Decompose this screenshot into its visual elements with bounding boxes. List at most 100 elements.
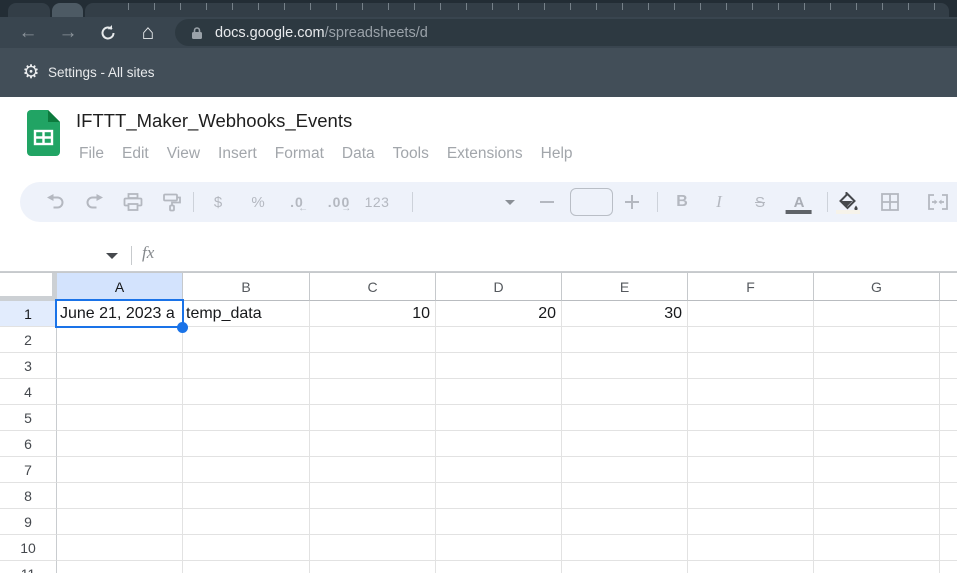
- cell-C11[interactable]: [310, 561, 436, 573]
- cell-B4[interactable]: [183, 379, 310, 405]
- cell-G11[interactable]: [814, 561, 940, 573]
- menu-tools[interactable]: Tools: [384, 141, 438, 167]
- formula-input[interactable]: [170, 238, 957, 271]
- cell-C8[interactable]: [310, 483, 436, 509]
- cell-A7[interactable]: [57, 457, 183, 483]
- decrease-font-size-button[interactable]: [540, 182, 554, 222]
- cell-A6[interactable]: [57, 431, 183, 457]
- cell-B6[interactable]: [183, 431, 310, 457]
- cell-partial[interactable]: [940, 561, 957, 573]
- cell-E10[interactable]: [562, 535, 688, 561]
- name-box-caret-icon[interactable]: [106, 253, 118, 259]
- cell-B2[interactable]: [183, 327, 310, 353]
- menu-extensions[interactable]: Extensions: [438, 141, 532, 167]
- column-header-E[interactable]: E: [562, 272, 688, 301]
- fill-color-button[interactable]: [837, 182, 859, 222]
- cell-G5[interactable]: [814, 405, 940, 431]
- column-header-D[interactable]: D: [436, 272, 562, 301]
- cell-partial[interactable]: [940, 405, 957, 431]
- cell-G1[interactable]: [814, 301, 940, 327]
- cell-B8[interactable]: [183, 483, 310, 509]
- row-header-7[interactable]: 7: [0, 457, 57, 483]
- cell-C7[interactable]: [310, 457, 436, 483]
- forward-icon[interactable]: →: [55, 17, 81, 48]
- cell-partial[interactable]: [940, 431, 957, 457]
- cell-A2[interactable]: [57, 327, 183, 353]
- browser-tab[interactable]: [8, 3, 50, 17]
- text-color-button[interactable]: A: [794, 182, 805, 222]
- cell-A8[interactable]: [57, 483, 183, 509]
- name-box[interactable]: [0, 238, 100, 271]
- cell-A5[interactable]: [57, 405, 183, 431]
- cell-E4[interactable]: [562, 379, 688, 405]
- cell-D1[interactable]: 20: [436, 301, 562, 327]
- cell-C10[interactable]: [310, 535, 436, 561]
- cell-F3[interactable]: [688, 353, 814, 379]
- column-header-G[interactable]: G: [814, 272, 940, 301]
- cell-partial[interactable]: [940, 483, 957, 509]
- cell-G4[interactable]: [814, 379, 940, 405]
- merge-cells-icon[interactable]: [928, 182, 948, 222]
- row-header-2[interactable]: 2: [0, 327, 57, 353]
- cell-C2[interactable]: [310, 327, 436, 353]
- sheets-logo-icon[interactable]: [27, 110, 60, 161]
- menu-data[interactable]: Data: [333, 141, 384, 167]
- menu-edit[interactable]: Edit: [113, 141, 158, 167]
- cell-A1[interactable]: June 21, 2023 a: [57, 301, 183, 327]
- cell-F1[interactable]: [688, 301, 814, 327]
- cell-A4[interactable]: [57, 379, 183, 405]
- cell-D6[interactable]: [436, 431, 562, 457]
- cell-B5[interactable]: [183, 405, 310, 431]
- cell-F7[interactable]: [688, 457, 814, 483]
- cell-F5[interactable]: [688, 405, 814, 431]
- cell-G9[interactable]: [814, 509, 940, 535]
- font-size-input[interactable]: [570, 188, 613, 216]
- cell-D2[interactable]: [436, 327, 562, 353]
- menu-insert[interactable]: Insert: [209, 141, 266, 167]
- cell-D10[interactable]: [436, 535, 562, 561]
- cell-C1[interactable]: 10: [310, 301, 436, 327]
- cell-D9[interactable]: [436, 509, 562, 535]
- cell-F9[interactable]: [688, 509, 814, 535]
- home-icon[interactable]: ⌂: [135, 17, 161, 48]
- italic-button[interactable]: I: [716, 182, 722, 222]
- cell-F10[interactable]: [688, 535, 814, 561]
- row-header-5[interactable]: 5: [0, 405, 57, 431]
- active-tab[interactable]: [52, 3, 83, 17]
- cell-D5[interactable]: [436, 405, 562, 431]
- column-header-B[interactable]: B: [183, 272, 310, 301]
- cell-C3[interactable]: [310, 353, 436, 379]
- row-header-8[interactable]: 8: [0, 483, 57, 509]
- cell-G2[interactable]: [814, 327, 940, 353]
- strikethrough-button[interactable]: S: [755, 182, 765, 222]
- cell-G7[interactable]: [814, 457, 940, 483]
- menu-file[interactable]: File: [70, 141, 113, 167]
- cell-B1[interactable]: temp_data: [183, 301, 310, 327]
- cell-partial[interactable]: [940, 379, 957, 405]
- address-bar[interactable]: docs.google.com/spreadsheets/d: [175, 19, 957, 46]
- cell-F4[interactable]: [688, 379, 814, 405]
- cell-partial[interactable]: [940, 509, 957, 535]
- more-formats-button[interactable]: 123: [365, 182, 390, 222]
- cell-G6[interactable]: [814, 431, 940, 457]
- gear-icon[interactable]: ⚙: [20, 48, 42, 97]
- menu-help[interactable]: Help: [532, 141, 582, 167]
- cell-E11[interactable]: [562, 561, 688, 573]
- borders-icon[interactable]: [881, 182, 899, 222]
- cell-B9[interactable]: [183, 509, 310, 535]
- cell-B3[interactable]: [183, 353, 310, 379]
- cell-partial[interactable]: [940, 327, 957, 353]
- cell-G3[interactable]: [814, 353, 940, 379]
- cell-E5[interactable]: [562, 405, 688, 431]
- percent-format-button[interactable]: %: [251, 182, 264, 222]
- cell-D11[interactable]: [436, 561, 562, 573]
- cell-F8[interactable]: [688, 483, 814, 509]
- cell-D3[interactable]: [436, 353, 562, 379]
- cell-D4[interactable]: [436, 379, 562, 405]
- menu-format[interactable]: Format: [266, 141, 333, 167]
- cell-E6[interactable]: [562, 431, 688, 457]
- cell-G8[interactable]: [814, 483, 940, 509]
- paint-format-icon[interactable]: [163, 182, 181, 222]
- cell-F2[interactable]: [688, 327, 814, 353]
- cell-E2[interactable]: [562, 327, 688, 353]
